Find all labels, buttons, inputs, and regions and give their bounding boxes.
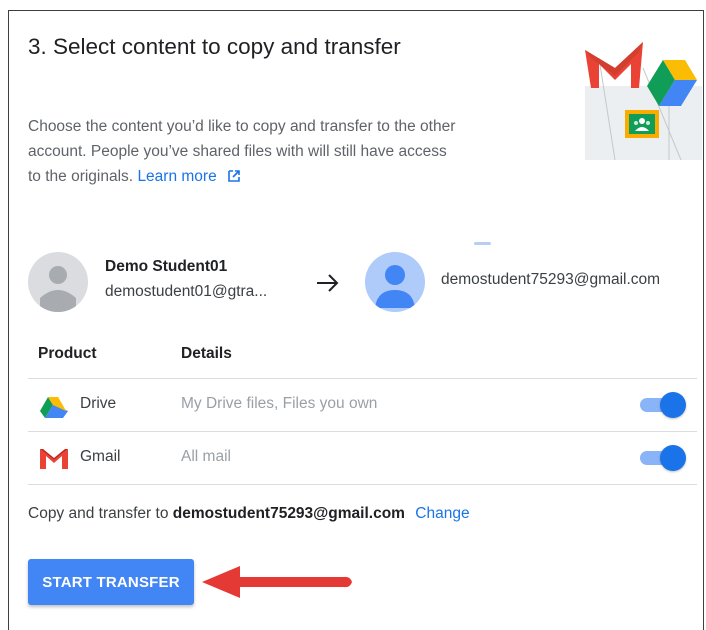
product-name: Drive xyxy=(80,395,117,412)
product-table: Product Details Drive My Drive files, Fi… xyxy=(28,330,697,485)
table-row-drive: Drive My Drive files, Files you own xyxy=(28,379,697,432)
product-name: Gmail xyxy=(80,448,121,465)
source-account-name: Demo Student01 xyxy=(105,258,228,275)
toggle-knob xyxy=(660,392,686,418)
summary-destination-email: demostudent75293@gmail.com xyxy=(172,505,405,522)
destination-account-avatar xyxy=(365,252,425,312)
google-drive-icon xyxy=(40,392,68,418)
google-apps-illustration xyxy=(585,28,702,161)
destination-account-email: demostudent75293@gmail.com xyxy=(441,271,661,288)
gmail-icon xyxy=(40,445,68,471)
description-text: Choose the content you’d like to copy an… xyxy=(28,118,456,185)
source-account-email: demostudent01@gtra... xyxy=(105,283,268,300)
source-account-avatar xyxy=(28,252,88,312)
column-header-product: Product xyxy=(38,345,97,362)
learn-more-link[interactable]: Learn more xyxy=(137,168,216,185)
drive-toggle[interactable] xyxy=(638,392,688,418)
start-transfer-button[interactable]: START TRANSFER xyxy=(28,559,194,605)
arrow-right-icon xyxy=(315,272,341,294)
toggle-knob xyxy=(660,445,686,471)
change-link[interactable]: Change xyxy=(415,505,469,522)
transfer-summary: Copy and transfer to demostudent75293@gm… xyxy=(28,505,470,523)
table-header: Product Details xyxy=(28,330,697,379)
table-row-gmail: Gmail All mail xyxy=(28,432,697,485)
gmail-toggle[interactable] xyxy=(638,445,688,471)
callout-arrow-icon xyxy=(200,560,360,604)
step-title: 3. Select content to copy and transfer xyxy=(28,34,401,59)
step-description: Choose the content you’d like to copy an… xyxy=(28,114,458,191)
column-header-details: Details xyxy=(181,345,232,362)
product-details: My Drive files, Files you own xyxy=(181,395,378,412)
decorative-dash xyxy=(474,242,491,245)
summary-prefix: Copy and transfer to xyxy=(28,505,169,522)
open-in-new-icon[interactable] xyxy=(227,166,241,191)
product-details: All mail xyxy=(181,448,231,465)
